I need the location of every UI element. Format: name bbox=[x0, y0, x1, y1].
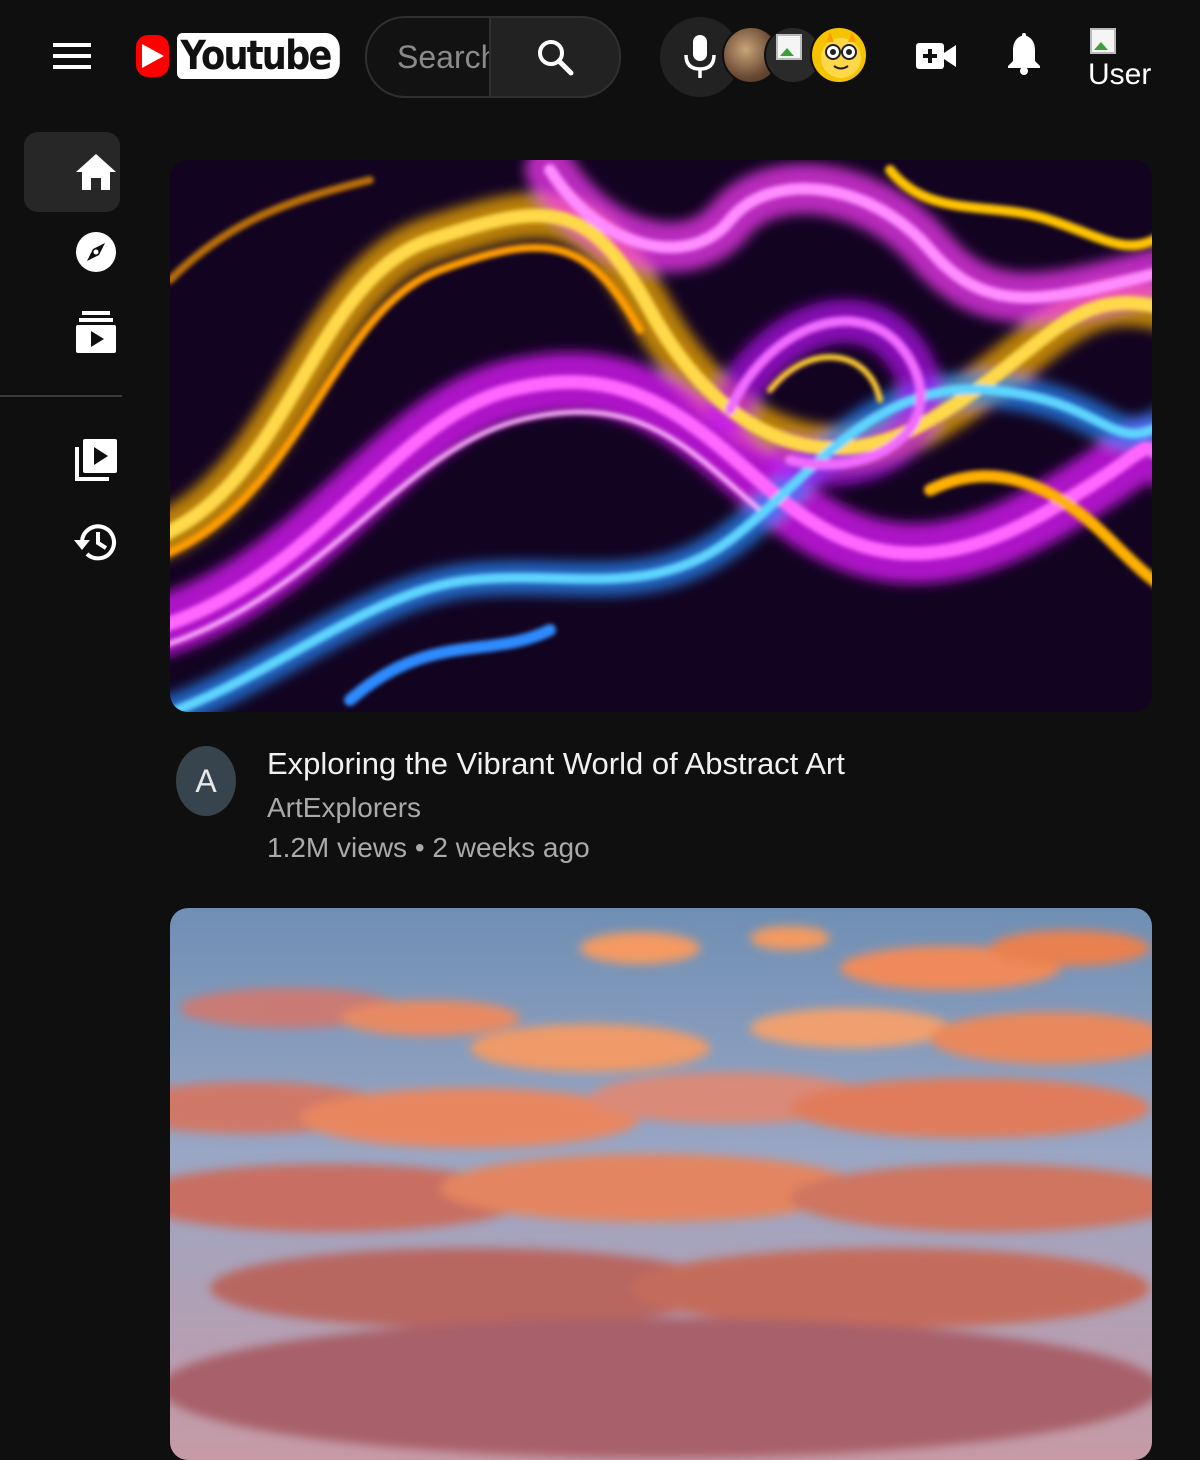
broken-image-icon bbox=[776, 34, 802, 60]
notifications-button[interactable] bbox=[1002, 30, 1046, 78]
create-button[interactable] bbox=[912, 36, 960, 76]
sidebar-item-explore[interactable] bbox=[24, 212, 120, 292]
sidebar-item-library[interactable] bbox=[24, 420, 120, 500]
sidebar-divider bbox=[0, 395, 122, 397]
video-card bbox=[170, 908, 1152, 1460]
menu-button[interactable] bbox=[50, 38, 94, 74]
view-count: 1.2M views bbox=[267, 832, 408, 863]
channel-name[interactable]: ArtExplorers bbox=[267, 792, 421, 824]
user-avatar[interactable]: User bbox=[1086, 24, 1156, 94]
video-title[interactable]: Exploring the Vibrant World of Abstract … bbox=[267, 746, 845, 782]
search-bar bbox=[365, 16, 621, 98]
upload-age: 2 weeks ago bbox=[432, 832, 590, 863]
video-card: A Exploring the Vibrant World of Abstrac… bbox=[170, 160, 1152, 864]
channel-initial: A bbox=[195, 762, 217, 799]
subscriptions-icon bbox=[76, 311, 116, 353]
sidebar bbox=[0, 112, 124, 1200]
search-input[interactable] bbox=[365, 16, 489, 98]
avatar[interactable] bbox=[810, 26, 868, 84]
channel-avatar[interactable]: A bbox=[176, 746, 236, 816]
sunset-sky-thumbnail bbox=[170, 908, 1152, 1460]
compass-icon bbox=[76, 232, 116, 272]
search-button[interactable] bbox=[489, 16, 621, 98]
top-bar: Youtube Search User bbox=[0, 0, 1200, 112]
sidebar-item-subscriptions[interactable] bbox=[24, 292, 120, 372]
bell-icon bbox=[1008, 33, 1040, 75]
cartoon-avatar-icon bbox=[821, 32, 861, 78]
video-camera-plus-icon bbox=[916, 43, 956, 69]
broken-image-icon bbox=[1090, 28, 1116, 54]
history-icon bbox=[74, 524, 116, 561]
sidebar-item-history[interactable] bbox=[24, 502, 120, 582]
library-icon bbox=[75, 439, 117, 481]
abstract-art-thumbnail bbox=[170, 160, 1152, 712]
microphone-icon bbox=[684, 35, 716, 78]
user-avatar-alt-text: User bbox=[1088, 58, 1152, 91]
play-logo-icon bbox=[136, 35, 170, 77]
hamburger-menu-icon bbox=[53, 43, 91, 69]
video-thumbnail[interactable] bbox=[170, 908, 1152, 1460]
video-meta: A Exploring the Vibrant World of Abstrac… bbox=[170, 712, 1152, 864]
youtube-logo[interactable]: Youtube bbox=[136, 28, 362, 84]
search-icon bbox=[538, 40, 574, 76]
stats-separator: • bbox=[414, 832, 425, 863]
video-stats: 1.2M views • 2 weeks ago bbox=[267, 832, 590, 864]
video-thumbnail[interactable] bbox=[170, 160, 1152, 712]
account-avatars bbox=[722, 26, 872, 86]
home-icon bbox=[76, 154, 116, 190]
logo-text: Youtube bbox=[177, 33, 340, 79]
sidebar-item-home[interactable] bbox=[24, 132, 120, 212]
